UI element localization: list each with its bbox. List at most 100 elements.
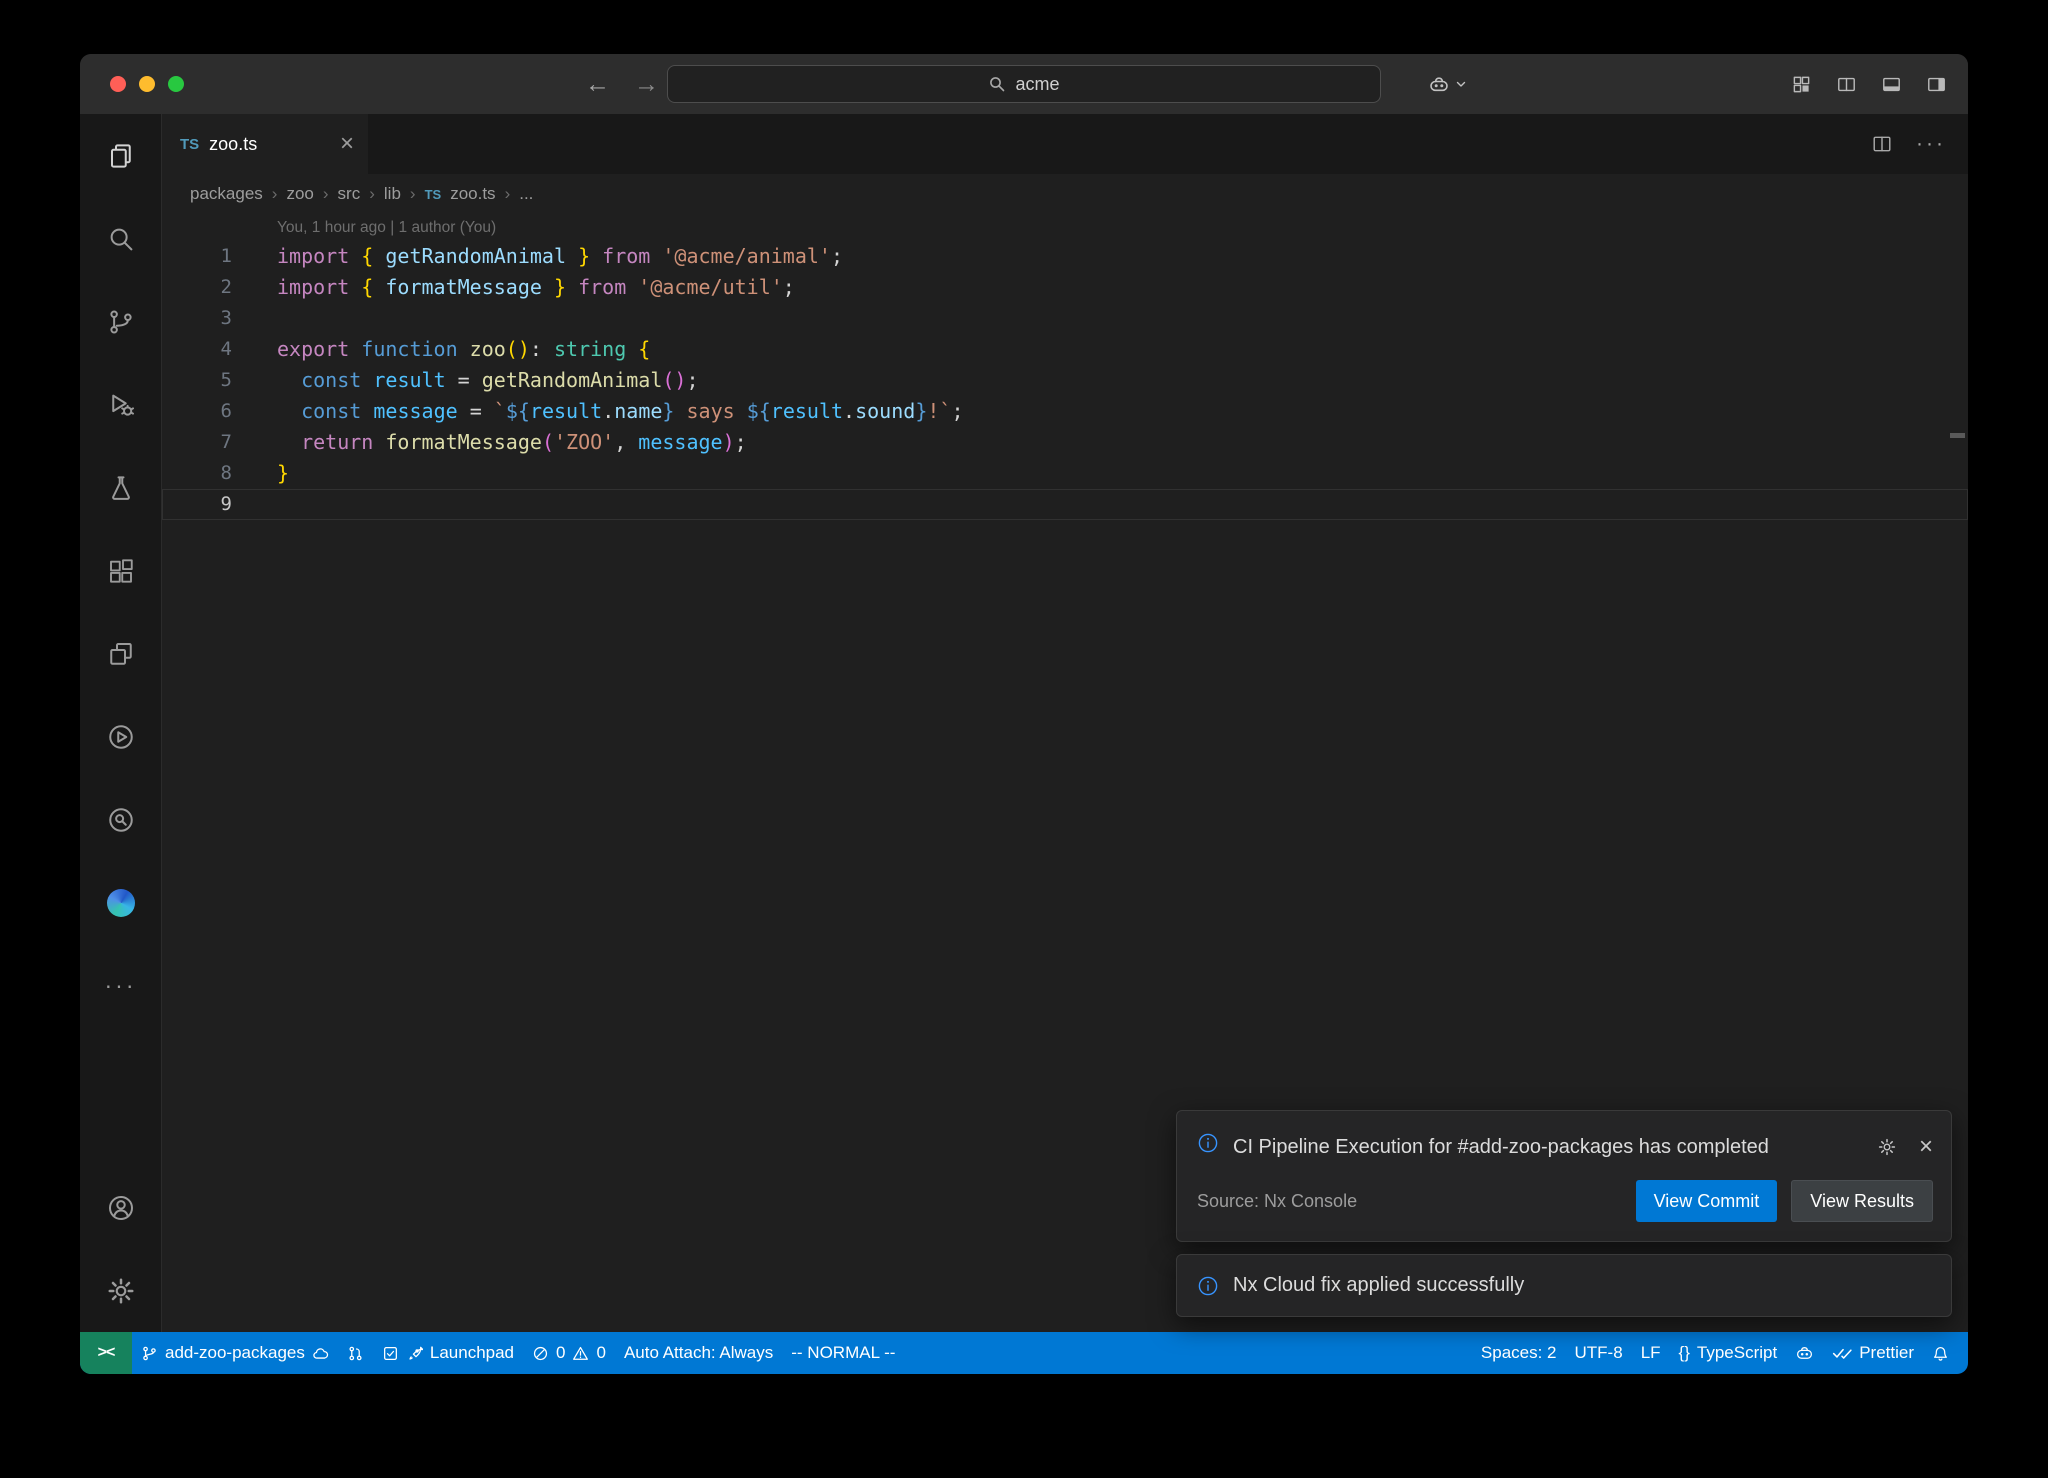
close-window-button[interactable] bbox=[110, 76, 126, 92]
git-compare-status[interactable] bbox=[338, 1332, 373, 1374]
nx-console-icon[interactable] bbox=[80, 695, 161, 778]
eol-status[interactable]: LF bbox=[1632, 1332, 1670, 1374]
maximize-window-button[interactable] bbox=[168, 76, 184, 92]
toggle-primary-sidebar-icon[interactable] bbox=[1837, 75, 1856, 94]
code-line[interactable]: 2import { formatMessage } from '@acme/ut… bbox=[162, 272, 1968, 303]
language-status[interactable]: {} TypeScript bbox=[1670, 1332, 1787, 1374]
extensions-icon[interactable] bbox=[80, 529, 161, 612]
code-text[interactable] bbox=[232, 303, 277, 334]
line-number[interactable]: 4 bbox=[162, 334, 232, 365]
line-number[interactable]: 8 bbox=[162, 458, 232, 489]
tab-close-icon[interactable]: × bbox=[340, 132, 354, 156]
edge-devtools-icon[interactable] bbox=[80, 861, 161, 944]
explorer-icon[interactable] bbox=[80, 114, 161, 197]
search-circle-icon[interactable] bbox=[80, 778, 161, 861]
git-branch-status[interactable]: add-zoo-packages bbox=[132, 1332, 338, 1374]
command-center-search[interactable]: acme bbox=[667, 65, 1381, 103]
split-editor-icon[interactable] bbox=[1872, 134, 1892, 154]
vim-mode-status[interactable]: -- NORMAL -- bbox=[782, 1332, 904, 1374]
indentation-status[interactable]: Spaces: 2 bbox=[1472, 1332, 1566, 1374]
tab-zoo-ts[interactable]: TS zoo.ts × bbox=[162, 114, 368, 174]
code-text[interactable]: return formatMessage('ZOO', message); bbox=[232, 427, 747, 458]
breadcrumb-item[interactable]: packages bbox=[190, 184, 263, 204]
remote-explorer-icon[interactable] bbox=[80, 612, 161, 695]
run-debug-icon[interactable] bbox=[80, 363, 161, 446]
code-line[interactable]: 1import { getRandomAnimal } from '@acme/… bbox=[162, 241, 1968, 272]
code-line[interactable]: 4export function zoo(): string { bbox=[162, 334, 1968, 365]
activity-bar: ··· bbox=[80, 114, 162, 1332]
typescript-file-icon: TS bbox=[180, 136, 199, 153]
notification-close-icon[interactable]: × bbox=[1919, 1135, 1933, 1159]
code-line[interactable]: 9 bbox=[162, 489, 1968, 520]
gitlens-codelens[interactable]: You, 1 hour ago | 1 author (You) bbox=[277, 214, 1968, 241]
info-icon bbox=[1197, 1275, 1219, 1297]
customize-layout-icon[interactable] bbox=[1792, 75, 1811, 94]
title-bar[interactable]: ← → acme bbox=[80, 54, 1968, 114]
code-line[interactable]: 6 const message = `${result.name} says $… bbox=[162, 396, 1968, 427]
forward-arrow-icon[interactable]: → bbox=[634, 70, 659, 99]
code-text[interactable]: const message = `${result.name} says ${r… bbox=[232, 396, 964, 427]
tab-bar: TS zoo.ts × ··· bbox=[162, 114, 1968, 174]
search-icon bbox=[988, 75, 1006, 93]
notification-settings-gear-icon[interactable] bbox=[1877, 1137, 1897, 1157]
account-icon[interactable] bbox=[80, 1166, 161, 1249]
toggle-panel-icon[interactable] bbox=[1882, 75, 1901, 94]
problems-status[interactable]: 0 0 bbox=[523, 1332, 615, 1374]
brackets-icon: {} bbox=[1679, 1343, 1690, 1363]
line-number[interactable]: 6 bbox=[162, 396, 232, 427]
notification-source: Source: Nx Console bbox=[1197, 1191, 1357, 1212]
line-number[interactable]: 3 bbox=[162, 303, 232, 334]
code-line[interactable]: 8} bbox=[162, 458, 1968, 489]
settings-gear-icon[interactable] bbox=[80, 1249, 161, 1332]
code-text[interactable]: } bbox=[232, 458, 289, 489]
warning-icon bbox=[572, 1345, 589, 1362]
search-sidebar-icon[interactable] bbox=[80, 197, 161, 280]
notification-center: CI Pipeline Execution for #add-zoo-packa… bbox=[1176, 1110, 1952, 1317]
formatter-status[interactable]: Prettier bbox=[1823, 1332, 1923, 1374]
line-number[interactable]: 9 bbox=[162, 489, 232, 520]
view-commit-button[interactable]: View Commit bbox=[1636, 1180, 1778, 1222]
search-text: acme bbox=[1015, 74, 1059, 95]
testing-icon[interactable] bbox=[80, 446, 161, 529]
code-text[interactable]: const result = getRandomAnimal(); bbox=[232, 365, 699, 396]
notification-message: CI Pipeline Execution for #add-zoo-packa… bbox=[1233, 1132, 1773, 1162]
line-number[interactable]: 5 bbox=[162, 365, 232, 396]
breadcrumb-symbol-more[interactable]: ... bbox=[519, 184, 533, 204]
copilot-status[interactable] bbox=[1786, 1332, 1823, 1374]
breadcrumb-item[interactable]: src bbox=[338, 184, 361, 204]
error-icon bbox=[532, 1345, 549, 1362]
line-number[interactable]: 7 bbox=[162, 427, 232, 458]
auto-attach-status[interactable]: Auto Attach: Always bbox=[615, 1332, 782, 1374]
code-line[interactable]: 5 const result = getRandomAnimal(); bbox=[162, 365, 1968, 396]
overview-ruler-mark bbox=[1950, 433, 1965, 438]
source-control-icon[interactable] bbox=[80, 280, 161, 363]
code-text[interactable]: import { getRandomAnimal } from '@acme/a… bbox=[232, 241, 843, 272]
launchpad-status[interactable]: Launchpad bbox=[373, 1332, 523, 1374]
notifications-bell[interactable] bbox=[1923, 1332, 1958, 1374]
breadcrumb-item[interactable]: zoo bbox=[286, 184, 313, 204]
code-text[interactable] bbox=[232, 489, 277, 520]
status-bar: >< add-zoo-packages Launchpad 0 0 Auto A… bbox=[80, 1332, 1968, 1374]
copilot-menu[interactable] bbox=[1428, 54, 1468, 114]
breadcrumb-item[interactable]: lib bbox=[384, 184, 401, 204]
minimize-window-button[interactable] bbox=[139, 76, 155, 92]
code-text[interactable]: export function zoo(): string { bbox=[232, 334, 650, 365]
remote-indicator[interactable]: >< bbox=[80, 1332, 132, 1374]
code-line[interactable]: 7 return formatMessage('ZOO', message); bbox=[162, 427, 1968, 458]
toggle-secondary-sidebar-icon[interactable] bbox=[1927, 75, 1946, 94]
back-arrow-icon[interactable]: ← bbox=[585, 70, 610, 99]
breadcrumb-file[interactable]: zoo.ts bbox=[450, 184, 495, 204]
line-number[interactable]: 2 bbox=[162, 272, 232, 303]
code-line[interactable]: 3 bbox=[162, 303, 1968, 334]
line-number[interactable]: 1 bbox=[162, 241, 232, 272]
code-text[interactable]: import { formatMessage } from '@acme/uti… bbox=[232, 272, 795, 303]
vscode-window: ← → acme bbox=[80, 54, 1968, 1374]
editor-more-actions-icon[interactable]: ··· bbox=[1916, 132, 1946, 156]
cloud-sync-icon bbox=[312, 1345, 329, 1362]
tab-label: zoo.ts bbox=[209, 134, 257, 155]
copilot-icon bbox=[1428, 73, 1450, 95]
bell-icon bbox=[1932, 1345, 1949, 1362]
encoding-status[interactable]: UTF-8 bbox=[1566, 1332, 1632, 1374]
more-views-icon[interactable]: ··· bbox=[80, 944, 161, 1027]
view-results-button[interactable]: View Results bbox=[1791, 1180, 1933, 1222]
